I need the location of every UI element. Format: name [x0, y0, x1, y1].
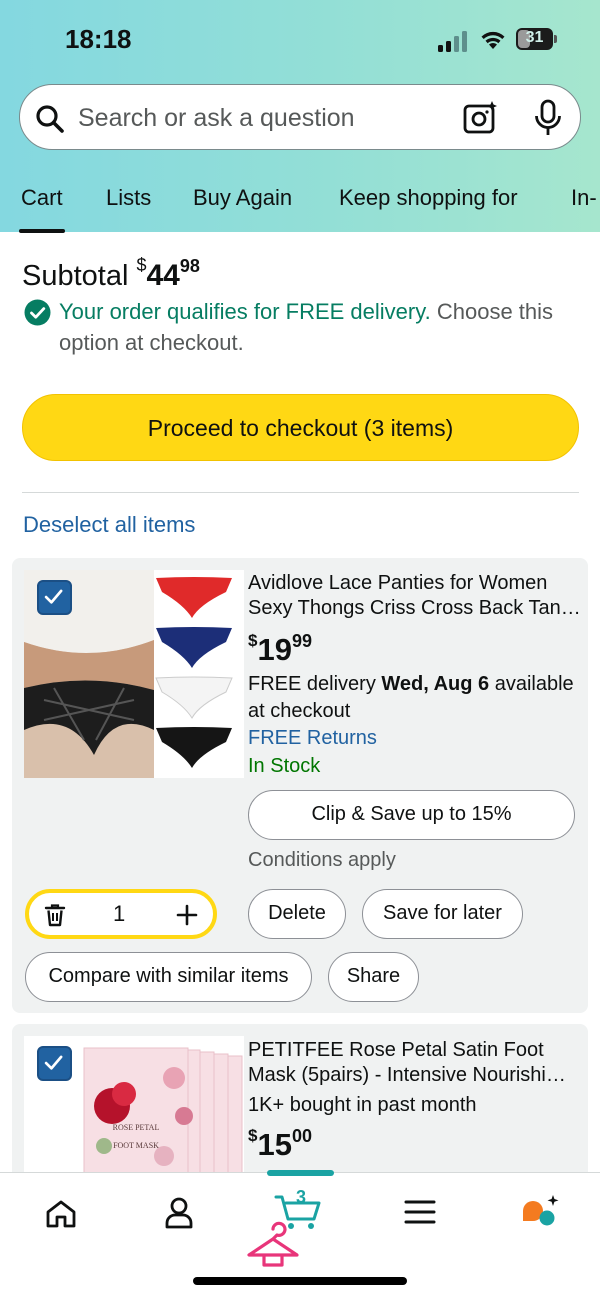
- delivery-info-2: at checkout: [248, 700, 351, 722]
- conditions-apply: Conditions apply: [248, 849, 396, 871]
- proceed-to-checkout-button[interactable]: Proceed to checkout (3 items): [22, 394, 579, 461]
- delete-button[interactable]: Delete: [248, 889, 346, 939]
- check-circle-icon: [24, 299, 51, 326]
- search-bar[interactable]: Search or ask a question: [19, 84, 581, 150]
- free-delivery-highlight: Your order qualifies for FREE delivery.: [59, 299, 431, 324]
- quantity-value: 1: [113, 901, 126, 926]
- tab-in-stock-overflow[interactable]: In-: [571, 185, 597, 211]
- cart-tabs: Cart Lists Buy Again Keep shopping for I…: [0, 176, 600, 233]
- free-returns-link[interactable]: FREE Returns: [248, 725, 377, 752]
- cart-item: ROSE PETAL FOOT MASK PETITFEE Rose Petal…: [12, 1024, 588, 1184]
- search-input[interactable]: Search or ask a question: [78, 104, 355, 133]
- tab-lists[interactable]: Lists: [106, 185, 151, 211]
- cart-count-badge: 3: [296, 1187, 307, 1207]
- item-title[interactable]: PETITFEE Rose Petal Satin Foot: [248, 1038, 544, 1063]
- free-delivery-text-2: option at checkout.: [59, 330, 244, 355]
- delivery-date: Wed, Aug 6: [381, 673, 490, 695]
- item-title[interactable]: Avidlove Lace Panties for Women: [248, 571, 547, 596]
- compare-similar-button[interactable]: Compare with similar items: [25, 952, 312, 1002]
- wifi-icon: [481, 31, 505, 49]
- delivery-info: FREE delivery Wed, Aug 6 available: [248, 673, 574, 695]
- item-checkbox[interactable]: [37, 1046, 72, 1081]
- subtotal-dollars: 44: [146, 259, 180, 292]
- clip-coupon-button[interactable]: Clip & Save up to 15%: [248, 790, 575, 840]
- checkmark-icon: [44, 589, 63, 604]
- camera-search-icon[interactable]: [462, 100, 498, 136]
- status-time: 18:18: [65, 24, 132, 54]
- trash-icon[interactable]: [43, 903, 67, 927]
- plus-icon[interactable]: [175, 903, 199, 927]
- account-icon[interactable]: [164, 1197, 194, 1229]
- item-title-2[interactable]: Mask (5pairs) - Intensive Nourishi…: [248, 1063, 566, 1088]
- social-proof: 1K+ bought in past month: [248, 1094, 477, 1116]
- checkmark-icon: [44, 1055, 63, 1070]
- deselect-all-link[interactable]: Deselect all items: [23, 512, 195, 538]
- tab-buy-again[interactable]: Buy Again: [193, 185, 292, 211]
- cart-item: Avidlove Lace Panties for Women Sexy Tho…: [12, 558, 588, 1013]
- save-for-later-button[interactable]: Save for later: [362, 889, 523, 939]
- tab-cart[interactable]: Cart: [19, 185, 65, 233]
- item-title-2[interactable]: Sexy Thongs Criss Cross Back Tan…: [248, 596, 581, 621]
- hanger-icon: [247, 1221, 299, 1267]
- package-text-2: FOOT MASK: [113, 1141, 159, 1150]
- microphone-icon[interactable]: [533, 99, 563, 137]
- quantity-stepper: 1: [25, 889, 217, 939]
- battery-icon: 31: [516, 28, 558, 50]
- subtotal-label: Subtotal: [22, 260, 129, 292]
- subtotal: Subtotal $4498: [22, 255, 200, 293]
- header: 18:18 31 Search or ask a question Cart L…: [0, 0, 600, 233]
- menu-icon[interactable]: [404, 1199, 436, 1225]
- cellular-signal-icon: [438, 30, 470, 52]
- rufus-icon[interactable]: [519, 1193, 561, 1229]
- subtotal-currency: $: [136, 255, 147, 275]
- battery-level: 31: [525, 29, 544, 46]
- package-text: ROSE PETAL: [113, 1123, 160, 1132]
- home-icon[interactable]: [45, 1199, 77, 1229]
- free-delivery-text: Choose this: [436, 299, 554, 324]
- home-indicator: [193, 1277, 407, 1285]
- stock-status: In Stock: [248, 755, 321, 777]
- share-button[interactable]: Share: [328, 952, 419, 1002]
- item-price: $1500: [248, 1126, 312, 1162]
- active-tab-indicator: [267, 1170, 334, 1176]
- tab-keep-shopping-for[interactable]: Keep shopping for: [339, 185, 518, 211]
- subtotal-cents: 98: [179, 256, 200, 276]
- search-icon: [36, 105, 64, 133]
- item-checkbox[interactable]: [37, 580, 72, 615]
- divider: [22, 492, 579, 493]
- item-price: $1999: [248, 631, 312, 667]
- bottom-nav: 3: [0, 1170, 600, 1298]
- status-bar: 18:18 31: [0, 0, 600, 80]
